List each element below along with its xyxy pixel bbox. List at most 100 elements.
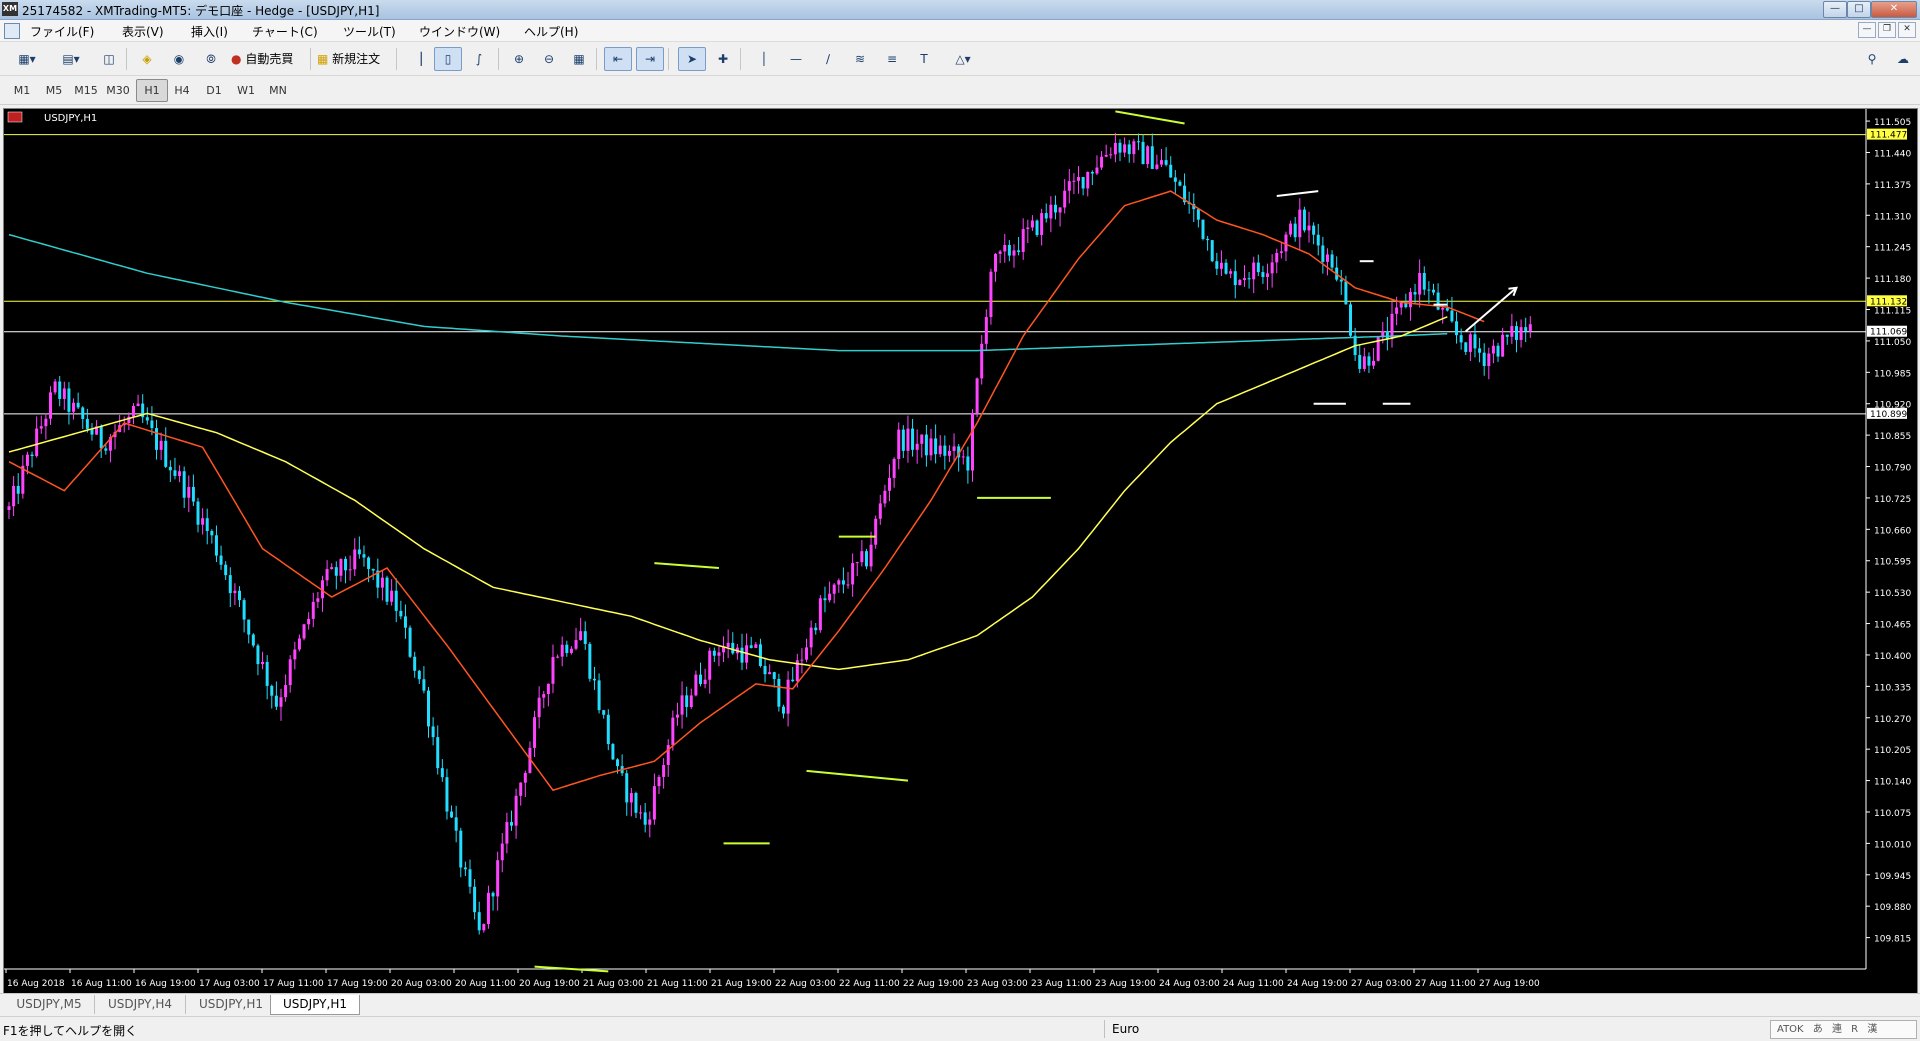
price-chart[interactable]: USDJPY,H1 111.505 111.440 111.375 111.310 111… <box>4 109 1917 993</box>
candle-bear <box>1090 171 1094 174</box>
timeframe-h4[interactable]: H4 <box>166 79 198 102</box>
candle-bear <box>247 619 251 635</box>
menu-help[interactable]: ヘルプ(H) <box>524 23 578 40</box>
tile-windows-icon[interactable]: ▦ <box>566 47 592 71</box>
timeframe-m5[interactable]: M5 <box>38 79 70 102</box>
candle-bull <box>25 454 29 466</box>
zoom-in-icon[interactable]: ⊕ <box>506 47 532 71</box>
candle-bear <box>1053 204 1057 213</box>
new-order-button[interactable]: ▦ 新規注文 <box>316 47 392 71</box>
shapes-icon[interactable]: △▾ <box>944 47 982 71</box>
candle-bear <box>625 773 629 803</box>
candle-bear <box>422 679 426 691</box>
candle-bull <box>1109 154 1113 156</box>
document-icon[interactable] <box>4 23 20 39</box>
menu-window[interactable]: ウインドウ(W) <box>419 23 500 40</box>
candle-bear <box>643 812 647 825</box>
x-tick-label: 20 Aug 19:00 <box>519 979 580 989</box>
candle-bull <box>1012 250 1016 256</box>
drawn-arrow <box>1465 287 1518 333</box>
candle-bear <box>238 590 241 601</box>
timeframe-d1[interactable]: D1 <box>198 79 230 102</box>
candle-bull <box>1266 273 1270 278</box>
chart-window[interactable]: USDJPY,H1 111.505 111.440 111.375 111.310 111… <box>3 108 1918 994</box>
candle-bull <box>1418 273 1422 295</box>
candle-bull <box>1307 225 1311 231</box>
candle-bull <box>288 659 292 686</box>
close-icon[interactable]: ✕ <box>1871 1 1917 18</box>
tab-usdjpy-m5[interactable]: USDJPY,M5 <box>4 995 95 1014</box>
mdi-close-icon[interactable]: ✕ <box>1898 22 1916 38</box>
menu-tools[interactable]: ツール(T) <box>343 23 396 40</box>
timeframe-mn[interactable]: MN <box>262 79 294 102</box>
candle-bull <box>629 793 633 803</box>
tab-usdjpy-h1[interactable]: USDJPY,H1 <box>186 995 277 1014</box>
candle-bear <box>699 674 702 684</box>
minimize-icon[interactable]: — <box>1823 1 1847 18</box>
maximize-icon[interactable]: □ <box>1847 1 1871 18</box>
timeframe-h1[interactable]: H1 <box>136 79 168 102</box>
candle-bull <box>639 812 643 814</box>
candle-bull <box>675 714 679 718</box>
x-tick-label: 17 Aug 19:00 <box>327 979 388 989</box>
candle-bull <box>1501 334 1505 357</box>
bar-chart-icon[interactable]: ▕ <box>404 47 430 71</box>
ime-bar[interactable]: ATOK あ 連 R 漢 <box>1770 1020 1917 1039</box>
tab-usdjpy-h1-active[interactable]: USDJPY,H1 <box>270 995 360 1015</box>
autoscroll-icon[interactable]: ⇤ <box>604 47 632 71</box>
candle-bull <box>1100 156 1104 168</box>
text-icon[interactable]: T <box>912 47 936 71</box>
candle-bull <box>533 717 537 748</box>
symbol-flag-icon <box>7 111 23 123</box>
new-chart-icon[interactable]: ▦▾ <box>8 47 46 71</box>
data-window-icon[interactable]: ◈ <box>134 47 160 71</box>
profiles-icon[interactable]: ▤▾ <box>52 47 90 71</box>
horizontal-line-icon[interactable]: — <box>784 47 808 71</box>
candle-bull <box>1003 245 1007 252</box>
vertical-line-icon[interactable]: │ <box>752 47 776 71</box>
drawn-segment <box>1276 190 1319 197</box>
timeframe-m15[interactable]: M15 <box>70 79 102 102</box>
tab-usdjpy-h4[interactable]: USDJPY,H4 <box>95 995 186 1014</box>
zoom-out-icon[interactable]: ⊖ <box>536 47 562 71</box>
menu-chart[interactable]: チャート(C) <box>252 23 318 40</box>
candle-bear <box>740 647 744 663</box>
menu-file[interactable]: ファイル(F) <box>30 23 94 40</box>
chat-icon[interactable]: ☁ <box>1890 47 1916 71</box>
candle-bear <box>1431 289 1435 293</box>
candle-bull <box>1058 207 1062 213</box>
candle-bull <box>869 544 873 567</box>
candle-bear <box>1344 281 1348 305</box>
candle-bull <box>302 624 306 639</box>
menu-insert[interactable]: 挿入(I) <box>191 23 228 40</box>
timeframe-m1[interactable]: M1 <box>6 79 38 102</box>
channel-icon[interactable]: ≋ <box>848 47 872 71</box>
mdi-restore-icon[interactable]: ❐ <box>1878 22 1896 38</box>
market-watch-icon[interactable]: ◫ <box>96 47 122 71</box>
trendline-icon[interactable]: ∕ <box>816 47 840 71</box>
candle-bull <box>7 506 11 511</box>
search-icon[interactable]: ⚲ <box>1860 47 1884 71</box>
timeframe-m30[interactable]: M30 <box>102 79 134 102</box>
candle-bull <box>279 697 283 707</box>
cursor-icon[interactable]: ➤ <box>678 47 706 71</box>
navigator-icon[interactable]: ◉ <box>166 47 192 71</box>
auto-trading-button[interactable]: ● 自動売買 <box>230 47 306 71</box>
candle-bear <box>1422 273 1426 290</box>
price-level-label: 111.477 <box>1870 131 1907 141</box>
signals-icon[interactable]: ⦾ <box>198 47 224 71</box>
fibonacci-icon[interactable]: ≡ <box>880 47 904 71</box>
mdi-minimize-icon[interactable]: — <box>1858 22 1876 38</box>
auto-trading-icon: ● <box>231 52 242 66</box>
crosshair-icon[interactable]: ✚ <box>710 47 736 71</box>
candle-bear <box>791 679 795 682</box>
status-bar: F1を押してヘルプを開く Euro ATOK あ 連 R 漢 <box>0 1016 1920 1041</box>
chart-shift-icon[interactable]: ⇥ <box>636 47 664 71</box>
candle-bear <box>357 549 361 555</box>
candlestick-icon[interactable]: ▯ <box>434 47 462 71</box>
line-chart-icon[interactable]: ∫ <box>466 47 492 71</box>
menu-view[interactable]: 表示(V) <box>122 23 164 40</box>
timeframe-w1[interactable]: W1 <box>230 79 262 102</box>
candle-bull <box>998 251 1002 254</box>
candle-bear <box>67 388 71 412</box>
